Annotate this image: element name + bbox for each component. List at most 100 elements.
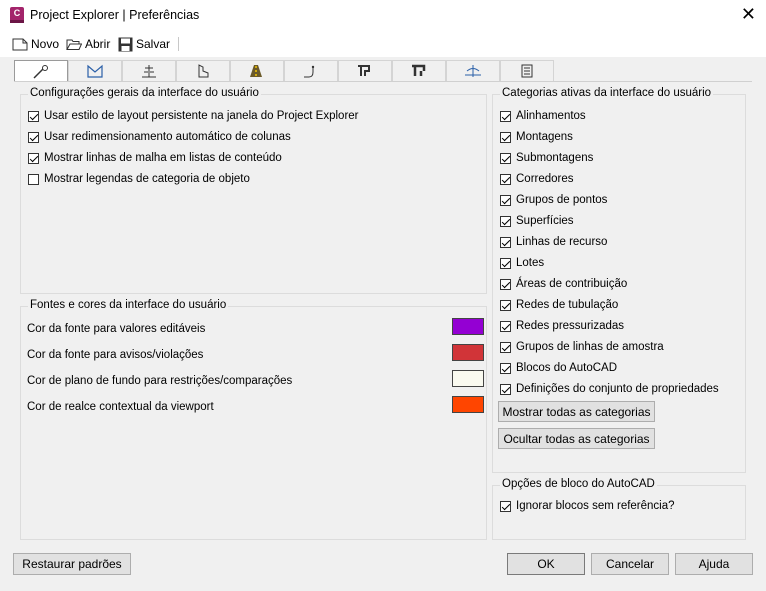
checkbox[interactable] bbox=[500, 131, 511, 143]
category-item[interactable]: Redes pressurizadas bbox=[500, 320, 624, 332]
show-all-categories-button[interactable]: Mostrar todas as categorias bbox=[498, 401, 655, 422]
block-options-group: Opções de bloco do AutoCAD Ignorar bloco… bbox=[492, 478, 746, 540]
category-item[interactable]: Grupos de linhas de amostra bbox=[500, 341, 664, 353]
color-row-highlight: Cor de realce contextual da viewport bbox=[27, 401, 214, 413]
ok-button[interactable]: OK bbox=[507, 553, 585, 575]
checkbox[interactable] bbox=[500, 236, 511, 248]
option-label: Mostrar linhas de malha em listas de con… bbox=[44, 152, 282, 164]
checkbox[interactable] bbox=[500, 383, 511, 395]
category-item[interactable]: Áreas de contribuição bbox=[500, 278, 627, 290]
color-row-warnings: Cor da fonte para avisos/violações bbox=[27, 349, 204, 361]
checkbox[interactable] bbox=[500, 299, 511, 311]
category-label: Alinhamentos bbox=[516, 110, 586, 122]
surface-icon bbox=[87, 64, 103, 78]
checkbox[interactable] bbox=[500, 341, 511, 353]
tab-sample-lines[interactable] bbox=[446, 60, 500, 81]
category-item[interactable]: Blocos do AutoCAD bbox=[500, 362, 617, 374]
option-label: Mostrar legendas de categoria de objeto bbox=[44, 173, 250, 185]
category-label: Definições do conjunto de propriedades bbox=[516, 383, 719, 395]
category-item[interactable]: Linhas de recurso bbox=[500, 236, 607, 248]
category-item[interactable]: Alinhamentos bbox=[500, 110, 586, 122]
category-item[interactable]: Superfícies bbox=[500, 215, 574, 227]
category-label: Redes pressurizadas bbox=[516, 320, 625, 332]
toolbar-separator bbox=[178, 37, 179, 51]
general-settings-group: Configurações gerais da interface do usu… bbox=[20, 87, 487, 294]
sample-line-icon bbox=[465, 65, 481, 77]
tab-alignments[interactable] bbox=[284, 60, 338, 81]
category-label: Superfícies bbox=[516, 215, 574, 227]
category-item[interactable]: Grupos de pontos bbox=[500, 194, 607, 206]
checkbox[interactable] bbox=[500, 278, 511, 290]
color-swatch-editable[interactable] bbox=[452, 318, 484, 335]
option-persistent-layout[interactable]: Usar estilo de layout persistente na jan… bbox=[28, 110, 359, 122]
checkbox[interactable] bbox=[500, 215, 511, 227]
preferences-tabstrip bbox=[14, 60, 554, 82]
checkbox[interactable] bbox=[28, 110, 39, 122]
save-disk-icon bbox=[118, 37, 133, 51]
tab-parcels[interactable] bbox=[176, 60, 230, 81]
restore-defaults-button[interactable]: Restaurar padrões bbox=[13, 553, 131, 575]
category-item[interactable]: Definições do conjunto de propriedades bbox=[500, 383, 719, 395]
category-item[interactable]: Corredores bbox=[500, 173, 574, 185]
window-title: Project Explorer | Preferências bbox=[30, 8, 200, 22]
property-set-icon bbox=[521, 64, 533, 78]
category-label: Áreas de contribuição bbox=[516, 278, 628, 290]
category-label: Grupos de pontos bbox=[516, 194, 608, 206]
cancel-button[interactable]: Cancelar bbox=[591, 553, 669, 575]
checkbox[interactable] bbox=[500, 257, 511, 269]
option-grid-lines[interactable]: Mostrar linhas de malha em listas de con… bbox=[28, 152, 282, 164]
checkbox[interactable] bbox=[500, 152, 511, 164]
checkbox[interactable] bbox=[500, 173, 511, 185]
option-label: Ignorar blocos sem referência? bbox=[516, 500, 675, 512]
save-button[interactable]: Salvar bbox=[118, 35, 170, 53]
close-icon[interactable]: ✕ bbox=[741, 5, 756, 23]
category-label: Redes de tubulação bbox=[516, 299, 619, 311]
tab-panel-border bbox=[14, 81, 752, 82]
category-item[interactable]: Redes de tubulação bbox=[500, 299, 618, 311]
checkbox[interactable] bbox=[28, 173, 39, 185]
color-swatch-warnings[interactable] bbox=[452, 344, 484, 361]
checkbox[interactable] bbox=[500, 362, 511, 374]
alignment-icon bbox=[304, 65, 315, 78]
tab-surfaces[interactable] bbox=[68, 60, 122, 81]
active-categories-title: Categorias ativas da interface do usuári… bbox=[500, 87, 714, 99]
checkbox[interactable] bbox=[500, 320, 511, 332]
color-swatch-background[interactable] bbox=[452, 370, 484, 387]
category-item[interactable]: Montagens bbox=[500, 131, 573, 143]
new-button[interactable]: Novo bbox=[12, 35, 59, 53]
checkbox[interactable] bbox=[500, 194, 511, 206]
tab-corridors[interactable] bbox=[230, 60, 284, 81]
block-options-title: Opções de bloco do AutoCAD bbox=[500, 478, 657, 490]
checkbox[interactable] bbox=[28, 152, 39, 164]
tab-property-sets[interactable] bbox=[500, 60, 554, 81]
civil3d-app-icon: C bbox=[10, 7, 24, 23]
toolbar: Novo Abrir Salvar bbox=[0, 31, 766, 57]
option-ignore-unreferenced-blocks[interactable]: Ignorar blocos sem referência? bbox=[500, 500, 675, 512]
category-label: Blocos do AutoCAD bbox=[516, 362, 618, 374]
wrench-icon bbox=[33, 64, 48, 79]
hide-all-categories-button[interactable]: Ocultar todas as categorias bbox=[498, 428, 655, 449]
category-label: Lotes bbox=[516, 257, 545, 269]
corridor-icon bbox=[250, 65, 262, 77]
category-item[interactable]: Submontagens bbox=[500, 152, 593, 164]
general-settings-title: Configurações gerais da interface do usu… bbox=[28, 87, 261, 99]
option-category-captions[interactable]: Mostrar legendas de categoria de objeto bbox=[28, 173, 250, 185]
tab-assemblies[interactable] bbox=[122, 60, 176, 81]
category-label: Linhas de recurso bbox=[516, 236, 608, 248]
tab-pressure-networks[interactable] bbox=[392, 60, 446, 81]
checkbox[interactable] bbox=[500, 500, 511, 512]
tab-general[interactable] bbox=[14, 60, 68, 82]
category-label: Montagens bbox=[516, 131, 573, 143]
fonts-colors-title: Fontes e cores da interface do usuário bbox=[28, 299, 229, 311]
color-swatch-highlight[interactable] bbox=[452, 396, 484, 413]
category-label: Grupos de linhas de amostra bbox=[516, 341, 664, 353]
open-folder-icon bbox=[66, 39, 82, 50]
open-button[interactable]: Abrir bbox=[66, 35, 110, 53]
open-label: Abrir bbox=[85, 37, 111, 51]
tab-pipe-networks[interactable] bbox=[338, 60, 392, 81]
help-button[interactable]: Ajuda bbox=[675, 553, 753, 575]
checkbox[interactable] bbox=[500, 110, 511, 122]
category-item[interactable]: Lotes bbox=[500, 257, 544, 269]
option-auto-resize-columns[interactable]: Usar redimensionamento automático de col… bbox=[28, 131, 291, 143]
checkbox[interactable] bbox=[28, 131, 39, 143]
